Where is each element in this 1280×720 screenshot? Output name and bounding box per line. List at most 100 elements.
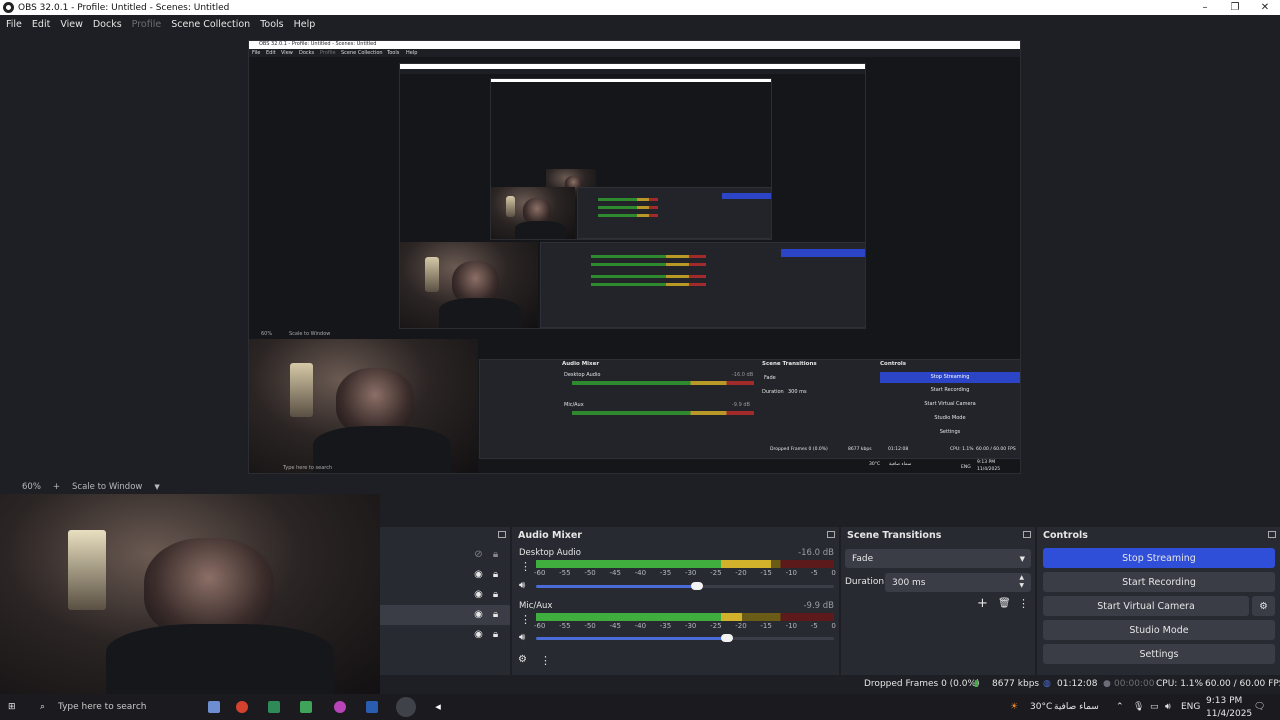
controls-title: Controls <box>1043 529 1088 541</box>
minimize-button[interactable]: – <box>1190 0 1220 15</box>
nested-start-virtual-camera: Start Virtual Camera <box>924 401 976 407</box>
close-button[interactable]: ✕ <box>1250 0 1280 15</box>
language-indicator[interactable]: ENG <box>1181 694 1200 720</box>
stop-streaming-button[interactable]: Stop Streaming <box>1043 548 1275 568</box>
nested-settings: Settings <box>939 429 961 435</box>
zoom-in-button[interactable]: + <box>53 482 60 492</box>
channel-menu-icon[interactable]: ⋮ <box>520 614 531 625</box>
preview-zoom-bar: 60% + Scale to Window ▼ <box>0 480 1280 494</box>
taskbar-search[interactable]: Type here to search <box>58 694 146 720</box>
nested-3-cam-b <box>491 187 575 239</box>
menu-edit[interactable]: Edit <box>32 19 50 30</box>
taskbar-app-icon[interactable]: ◂ <box>432 701 444 713</box>
nested-2-meter-3 <box>591 275 706 278</box>
transition-select[interactable]: Fade ▼ <box>845 549 1031 568</box>
transition-menu-icon[interactable]: ⋮ <box>1018 598 1029 609</box>
taskbar-app-icon[interactable] <box>300 701 312 713</box>
lock-icon[interactable]: 🔒︎ <box>490 569 501 580</box>
network-icon[interactable]: ▭ <box>1150 694 1159 720</box>
nested-3-stop-button <box>722 193 771 199</box>
desktop-audio-volume-slider[interactable] <box>536 582 834 590</box>
lock-icon[interactable]: 🔒︎ <box>490 589 501 600</box>
scene-transitions-dock: Scene Transitions Fade ▼ Duration 300 ms… <box>841 527 1035 675</box>
taskbar-app-icon[interactable] <box>208 701 220 713</box>
studio-mode-button[interactable]: Studio Mode <box>1043 620 1275 640</box>
channel-menu-icon[interactable]: ⋮ <box>520 561 531 572</box>
windows-taskbar: ⊞ ⌕ Type here to search ◂ ☀ 30°C سماء صا… <box>0 694 1280 720</box>
nested-date: 11/4/2025 <box>977 467 1001 472</box>
volume-icon[interactable]: 🔊︎ <box>1165 694 1171 720</box>
obs-taskbar-icon[interactable] <box>396 697 416 717</box>
maximize-button[interactable]: ❐ <box>1220 0 1250 15</box>
volume-knob[interactable] <box>721 634 733 642</box>
menu-file[interactable]: File <box>6 19 22 30</box>
microphone-icon[interactable]: 🎙︎ <box>1133 694 1144 720</box>
nested-kbps: 8677 kbps <box>848 447 872 452</box>
audio-settings-icon[interactable]: ⚙ <box>518 654 527 665</box>
lock-icon[interactable]: 🔒︎ <box>490 629 501 640</box>
nested-menu-help: Help <box>406 50 418 56</box>
mic-aux-volume-slider[interactable] <box>536 634 834 642</box>
source-row[interactable]: ◉ 🔒︎ <box>380 625 510 645</box>
scene-transitions-title: Scene Transitions <box>847 529 942 541</box>
preview-canvas[interactable]: OBS 32.0.1 - Profile: Untitled - Scenes:… <box>0 33 1280 480</box>
menu-help[interactable]: Help <box>294 19 316 30</box>
dock-float-icon[interactable] <box>1268 531 1276 538</box>
taskbar-time[interactable]: 9:13 PM <box>1206 694 1242 707</box>
channel-db-desktop-audio: -16.0 dB <box>798 548 834 558</box>
dock-float-icon[interactable] <box>1023 531 1031 538</box>
speaker-icon[interactable]: 🔊︎ <box>519 580 525 591</box>
speaker-icon[interactable]: 🔊︎ <box>519 632 525 643</box>
taskbar-app-icon[interactable] <box>334 701 346 713</box>
stream-icon: ◍ <box>1043 679 1051 689</box>
menu-tools[interactable]: Tools <box>260 19 283 30</box>
duration-spinbox[interactable]: 300 ms ▲ ▼ <box>885 573 1031 592</box>
source-row[interactable]: ◉ 🔒︎ <box>380 585 510 605</box>
zoom-level[interactable]: 60% <box>22 482 41 492</box>
delete-transition-icon[interactable]: 🗑︎ <box>998 598 1011 609</box>
windows-start-icon[interactable]: ⊞ <box>8 694 16 720</box>
source-row[interactable]: ⊘ 🔒︎ <box>380 545 510 565</box>
volume-knob[interactable] <box>691 582 703 590</box>
audio-mixer-menu-icon[interactable]: ⋮ <box>540 655 551 666</box>
spin-arrows-icon[interactable]: ▲ ▼ <box>1019 574 1024 590</box>
nested-fade: Fade <box>764 375 776 381</box>
eye-hidden-icon[interactable]: ⊘ <box>473 549 484 560</box>
lock-icon[interactable]: 🔒︎ <box>490 609 501 620</box>
nested-zoom: 60% <box>261 331 273 337</box>
chrome-icon[interactable] <box>236 701 248 713</box>
nested-clock: 9:13 PM <box>977 460 996 465</box>
taskbar-app-icon[interactable] <box>268 701 280 713</box>
mic-aux-scale: -60 -55 -50 -45 -40 -35 -30 -25 -20 -15 -10 -5 0 <box>534 622 836 630</box>
eye-icon[interactable]: ◉ <box>473 589 484 600</box>
notifications-icon[interactable]: 🗨︎ <box>1254 694 1265 720</box>
eye-icon[interactable]: ◉ <box>473 629 484 640</box>
taskbar-date[interactable]: 11/4/2025 <box>1206 707 1252 720</box>
eye-icon[interactable]: ◉ <box>473 609 484 620</box>
nested-2-meter-1 <box>591 255 706 258</box>
show-hidden-icons-icon[interactable]: ⌃ <box>1116 694 1124 720</box>
source-row[interactable]: ◉ 🔒︎ <box>380 565 510 585</box>
settings-button[interactable]: Settings <box>1043 644 1275 664</box>
nested-menu-view: View <box>281 50 293 56</box>
taskbar-app-icon[interactable] <box>366 701 378 713</box>
lock-icon[interactable]: 🔒︎ <box>490 549 501 560</box>
nested-dropped-frames: Dropped Frames 0 (0.0%) <box>770 447 828 452</box>
scale-mode-label[interactable]: Scale to Window <box>72 482 142 492</box>
start-recording-button[interactable]: Start Recording <box>1043 572 1275 592</box>
window-title: OBS 32.0.1 - Profile: Untitled - Scenes:… <box>18 2 230 13</box>
source-row-selected[interactable]: ◉ 🔒︎ <box>380 605 510 625</box>
menu-docks[interactable]: Docks <box>93 19 122 30</box>
scale-mode-dropdown-icon[interactable]: ▼ <box>154 483 159 491</box>
dock-float-icon[interactable] <box>498 531 506 538</box>
virtual-camera-settings-button[interactable]: ⚙ <box>1252 596 1275 616</box>
menu-scene-collection[interactable]: Scene Collection <box>171 19 250 30</box>
eye-icon[interactable]: ◉ <box>473 569 484 580</box>
duration-value: 300 ms <box>892 577 926 588</box>
nested-transitions-title: Scene Transitions <box>762 361 817 367</box>
menu-view[interactable]: View <box>60 19 83 30</box>
add-transition-icon[interactable]: + <box>977 596 988 611</box>
start-virtual-camera-button[interactable]: Start Virtual Camera <box>1043 596 1249 616</box>
dock-float-icon[interactable] <box>827 531 835 538</box>
search-icon: ⌕ <box>40 702 46 712</box>
